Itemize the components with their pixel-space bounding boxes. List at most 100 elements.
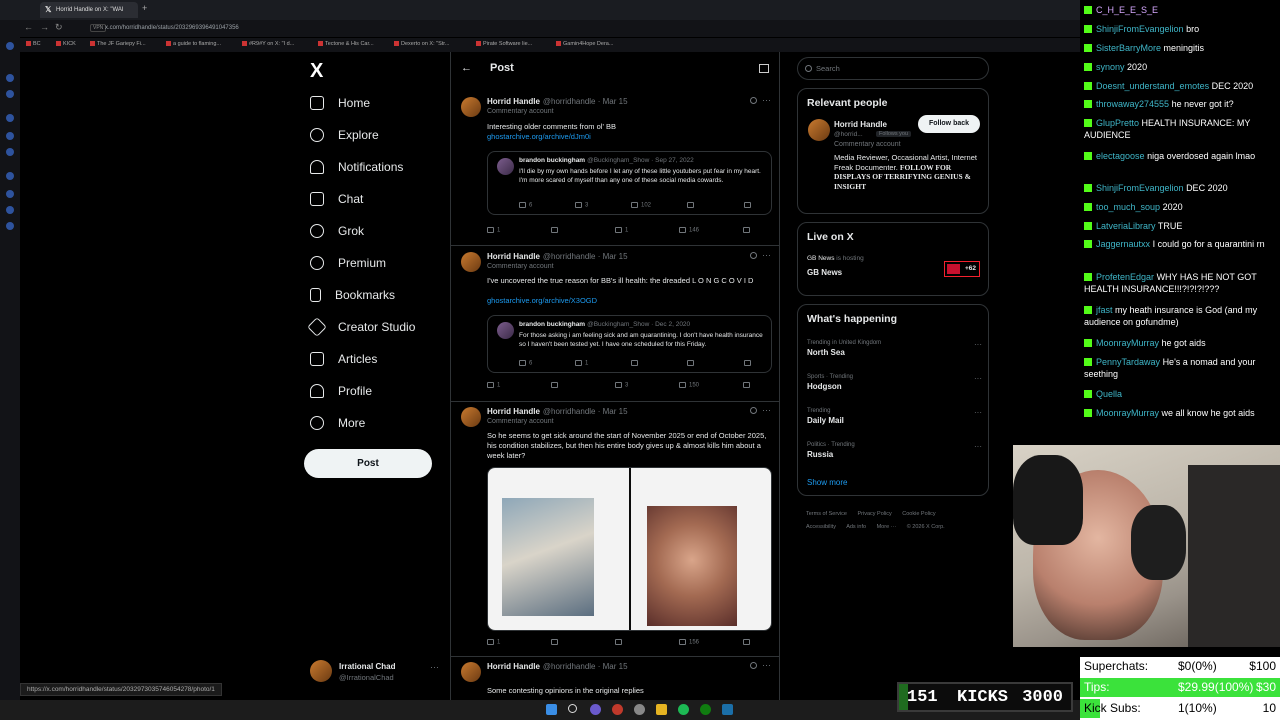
xbox-icon[interactable]	[700, 704, 711, 715]
chat-username[interactable]: Jaggernautxx	[1096, 239, 1150, 249]
account-switcher[interactable]: Irrational Chad @IrrationalChad ···	[310, 660, 440, 690]
new-tab-icon[interactable]: +	[142, 3, 147, 13]
more-dots-icon[interactable]: ···	[762, 95, 771, 105]
nav-premium[interactable]: Premium	[310, 255, 386, 279]
like-icon[interactable]: 3	[615, 382, 628, 389]
bookmark-icon[interactable]	[743, 639, 753, 646]
x-logo[interactable]: X	[310, 60, 323, 83]
nav-articles[interactable]: Articles	[310, 351, 377, 375]
tweet[interactable]: Horrid Handle @horridhandle · Mar 15 ··· …	[451, 95, 779, 246]
repost-icon[interactable]	[551, 639, 561, 646]
chat-username[interactable]: throwaway274555	[1096, 99, 1169, 109]
app-icon[interactable]	[6, 74, 14, 82]
more-dots-icon[interactable]: ···	[974, 340, 982, 349]
bookmark-icon[interactable]	[743, 227, 753, 234]
bookmark-item[interactable]: KICK	[56, 41, 76, 47]
chat-username[interactable]: ProfetenEdgar	[1096, 272, 1154, 282]
app-icon[interactable]	[634, 704, 645, 715]
tweet[interactable]: Horrid Handle @horridhandle · Mar 15 ··· …	[451, 250, 779, 402]
repost-icon[interactable]: 1	[575, 360, 588, 367]
grok-icon[interactable]	[750, 97, 757, 104]
tweet-author[interactable]: Horrid Handle @horridhandle · Mar 15	[487, 662, 628, 671]
chat-username[interactable]: SisterBarryMore	[1096, 43, 1161, 53]
forward-icon[interactable]: →	[40, 22, 49, 32]
more-dots-icon[interactable]: ···	[974, 374, 982, 383]
back-icon[interactable]: ←	[24, 22, 33, 32]
chat-username[interactable]: electagoose	[1096, 151, 1145, 161]
footer-link[interactable]: Terms of Service	[806, 511, 847, 517]
chat-username[interactable]: synony	[1096, 62, 1125, 72]
bookmark-item[interactable]: a guide to flaming...	[166, 41, 221, 47]
nav-bookmarks[interactable]: Bookmarks	[310, 287, 395, 311]
grok-icon[interactable]	[750, 662, 757, 669]
listener-count[interactable]: +62	[944, 261, 980, 277]
tweet-author[interactable]: Horrid Handle @horridhandle · Mar 15	[487, 97, 628, 106]
more-dots-icon[interactable]: ···	[974, 442, 982, 451]
chat-username[interactable]: C_H_E_E_S_E	[1096, 5, 1158, 15]
trend-item[interactable]: Sports · Trending Hodgson ···	[807, 374, 982, 391]
nav-home[interactable]: Home	[310, 95, 370, 119]
tweet-link[interactable]: ghostarchive.org/archive/dJm0i	[487, 132, 773, 142]
trend-item[interactable]: Politics · Trending Russia ···	[807, 442, 982, 459]
chat-username[interactable]: Doesnt_understand_emotes	[1096, 81, 1209, 91]
footer-link[interactable]: Privacy Policy	[858, 511, 892, 517]
like-icon[interactable]	[631, 360, 641, 367]
bookmark-item[interactable]: Gamin4Hope Dera...	[556, 41, 613, 47]
views-icon[interactable]: 150	[679, 382, 699, 389]
bookmark-item[interactable]: Dexerto on X: "Str...	[394, 41, 449, 47]
person-name[interactable]: Horrid Handle	[834, 120, 887, 129]
footer-link[interactable]: Accessibility	[806, 524, 836, 530]
more-dots-icon[interactable]: ···	[762, 405, 771, 415]
more-dots-icon[interactable]: ···	[974, 408, 982, 417]
footer-link[interactable]: Ads info	[846, 524, 866, 530]
avatar[interactable]	[461, 97, 481, 117]
chat-username[interactable]: jfast	[1096, 305, 1113, 315]
quoted-tweet[interactable]: brandon buckingham @Buckingham_Show · Dec…	[487, 315, 772, 373]
reply-icon[interactable]: 1	[487, 227, 500, 234]
browser-tab[interactable]: 𝕏 Horrid Handle on X: "WAI	[40, 2, 138, 18]
quoted-tweet[interactable]: brandon buckingham @Buckingham_Show · Sep…	[487, 151, 772, 215]
tweet[interactable]: Horrid Handle @horridhandle · Mar 15 ··· …	[451, 660, 779, 702]
chat-username[interactable]: PennyTardaway	[1096, 357, 1160, 367]
avatar[interactable]	[808, 119, 830, 141]
repost-icon[interactable]: 3	[575, 202, 588, 209]
views-icon[interactable]	[687, 202, 697, 209]
trend-item[interactable]: Trending Daily Mail ···	[807, 408, 982, 425]
nav-chat[interactable]: Chat	[310, 191, 363, 215]
app-icon[interactable]	[6, 190, 14, 198]
show-more-link[interactable]: Show more	[807, 478, 847, 487]
app-icon[interactable]	[6, 132, 14, 140]
chat-username[interactable]: MoonrayMurray	[1096, 408, 1159, 418]
tweet-link[interactable]: ghostarchive.org/archive/X3OGD	[487, 296, 773, 306]
chat-username[interactable]: GlupPretto	[1096, 118, 1139, 128]
steam-icon[interactable]	[722, 704, 733, 715]
chat-username[interactable]: ShinjiFromEvangelion	[1096, 183, 1184, 193]
reply-icon[interactable]: 1	[487, 382, 500, 389]
chat-username[interactable]: ShinjiFromEvangelion	[1096, 24, 1184, 34]
reply-icon[interactable]: 1	[487, 639, 500, 646]
live-source[interactable]: GB News is hosting	[807, 255, 864, 262]
reload-icon[interactable]: ↻	[55, 22, 63, 33]
views-icon[interactable]	[687, 360, 697, 367]
views-icon[interactable]: 156	[679, 639, 699, 646]
bookmark-item[interactable]: The JF Gariepy Fi...	[90, 41, 146, 47]
repost-icon[interactable]	[551, 227, 561, 234]
app-icon[interactable]	[6, 206, 14, 214]
like-icon[interactable]	[615, 639, 625, 646]
chat-username[interactable]: LatveriaLibrary	[1096, 221, 1156, 231]
more-dots-icon[interactable]: ···	[430, 662, 439, 672]
app-icon[interactable]	[6, 114, 14, 122]
tweet[interactable]: Horrid Handle @horridhandle · Mar 15 ··· …	[451, 405, 779, 657]
tweet-media[interactable]	[487, 467, 772, 631]
app-icon[interactable]	[612, 704, 623, 715]
tweet-author[interactable]: Horrid Handle @horridhandle · Mar 15	[487, 407, 628, 416]
like-icon[interactable]: 1	[615, 227, 628, 234]
search-icon[interactable]	[568, 704, 577, 713]
back-arrow-icon[interactable]: ←	[461, 62, 472, 74]
app-icon[interactable]	[6, 222, 14, 230]
footer-link[interactable]: Cookie Policy	[902, 511, 935, 517]
trend-item[interactable]: Trending in United Kingdom North Sea ···	[807, 340, 982, 357]
reply-icon[interactable]: 6	[519, 202, 532, 209]
screenshot-image[interactable]	[488, 468, 629, 630]
nav-profile[interactable]: Profile	[310, 383, 372, 407]
